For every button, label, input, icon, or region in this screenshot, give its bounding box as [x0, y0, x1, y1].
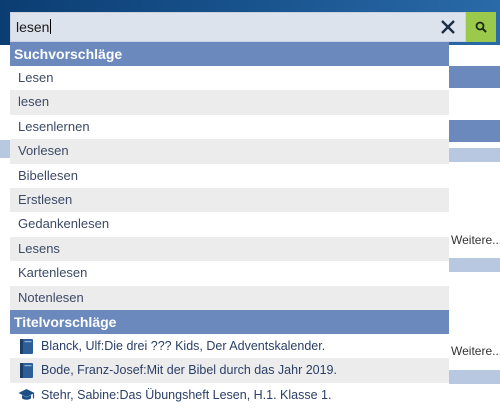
- background-row-bar: [449, 258, 500, 272]
- title-suggestion-item[interactable]: Blanck, Ulf:Die drei ??? Kids, Der Adven…: [10, 334, 449, 358]
- suggestion-item[interactable]: Lesenlernen: [10, 115, 449, 139]
- suggestion-item[interactable]: Notenlesen: [10, 285, 449, 310]
- suggestion-item[interactable]: Vorlesen: [10, 139, 449, 164]
- suggestion-item[interactable]: Erstlesen: [10, 187, 449, 213]
- mortarboard-icon: [18, 386, 35, 404]
- more-link[interactable]: Weitere...: [451, 233, 500, 247]
- background-row-bar: [449, 370, 500, 384]
- close-icon: [441, 20, 455, 34]
- suggestion-item[interactable]: Bibellesen: [10, 164, 449, 188]
- titles-header: Titelvorschläge: [10, 309, 449, 334]
- suggestion-item[interactable]: Lesen: [10, 66, 449, 90]
- title-suggestion-item[interactable]: Stehr, Sabine:Das Übungsheft Lesen, H.1.…: [10, 383, 449, 407]
- background-strip: [0, 140, 10, 158]
- search-icon: [475, 21, 487, 33]
- background-header-bar: [449, 120, 500, 142]
- title-text: Stehr, Sabine:Das Übungsheft Lesen, H.1.…: [41, 387, 332, 402]
- search-button[interactable]: [466, 12, 496, 42]
- suggestions-header: Suchvorschläge: [10, 42, 449, 66]
- text-caret: [50, 19, 52, 34]
- title-text: Blanck, Ulf:Die drei ??? Kids, Der Adven…: [41, 338, 326, 353]
- suggestion-item[interactable]: Gedankenlesen: [10, 212, 449, 236]
- suggestion-item[interactable]: Kartenlesen: [10, 261, 449, 285]
- book-icon: [18, 361, 35, 379]
- more-link[interactable]: Weitere...: [451, 344, 500, 358]
- title-text: Bode, Franz-Josef:Mit der Bibel durch da…: [41, 363, 337, 378]
- background-row-bar: [449, 148, 500, 162]
- clear-search-button[interactable]: [436, 16, 460, 38]
- search-input-value: lesen: [16, 19, 52, 35]
- suggestion-item[interactable]: Lesens: [10, 236, 449, 262]
- suggestion-item[interactable]: lesen: [10, 90, 449, 115]
- book-icon: [18, 337, 35, 355]
- background-header-bar: [449, 66, 500, 88]
- autocomplete-dropdown: Suchvorschläge Lesen lesen Lesenlernen V…: [10, 42, 449, 416]
- title-suggestion-item[interactable]: Bode, Franz-Josef:Mit der Bibel durch da…: [10, 358, 449, 383]
- search-input[interactable]: lesen: [10, 12, 466, 42]
